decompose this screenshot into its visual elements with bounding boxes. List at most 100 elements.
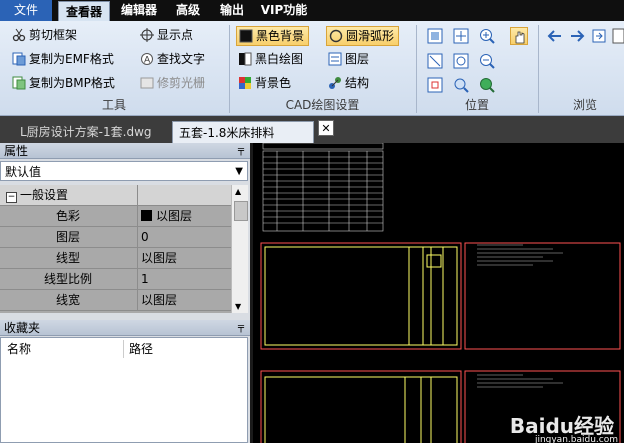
- cut-frame-label: 剪切框架: [29, 28, 78, 42]
- zoom-out-icon[interactable]: [478, 52, 496, 70]
- menu-viewer[interactable]: 查看器: [58, 1, 110, 21]
- zoom-window-icon[interactable]: [426, 76, 444, 94]
- menu-bar: 文件 查看器 编辑器 高级 输出 VIP功能: [0, 0, 624, 21]
- bw-draw-button[interactable]: 黑白绘图: [238, 49, 303, 69]
- close-tab-button[interactable]: ✕: [318, 120, 334, 136]
- black-background-label: 黑色背景: [256, 29, 305, 43]
- raster-icon: [140, 76, 154, 90]
- scissors-icon: [12, 28, 26, 42]
- cad-drawing: [260, 143, 621, 443]
- show-points-button[interactable]: 显示点: [140, 25, 193, 45]
- property-value[interactable]: 以图层: [137, 206, 231, 226]
- rotate-icon[interactable]: [452, 52, 470, 70]
- drawing-canvas[interactable]: Baidu经验 jingyan.baidu.com: [253, 143, 624, 443]
- property-row[interactable]: 图层 0: [0, 227, 231, 248]
- show-points-label: 显示点: [157, 28, 194, 42]
- property-name: 图层: [55, 230, 80, 244]
- find-text-label: 查找文字: [157, 52, 206, 66]
- menu-editor[interactable]: 编辑器: [114, 0, 164, 21]
- cut-frame-button[interactable]: 剪切框架: [12, 25, 77, 45]
- copy-bmp-button[interactable]: 复制为BMP格式: [12, 73, 115, 93]
- pan-icon[interactable]: [452, 27, 470, 45]
- copy-emf-label: 复制为EMF格式: [29, 52, 114, 66]
- open-page-icon[interactable]: [590, 27, 608, 45]
- property-name: 线型比例: [43, 272, 92, 286]
- zoom-in-icon[interactable]: [478, 27, 496, 45]
- favorites-column-name[interactable]: 名称: [7, 340, 31, 358]
- watermark-url: jingyan.baidu.com: [534, 435, 618, 443]
- zoom-previous-icon[interactable]: [452, 76, 470, 94]
- pin-icon[interactable]: ╤: [238, 320, 244, 336]
- annotation-lines: [477, 244, 563, 388]
- background-color-button[interactable]: 背景色: [238, 73, 291, 93]
- position-group-label: 位置: [464, 98, 489, 112]
- trim-raster-button[interactable]: 修剪光栅: [140, 73, 205, 93]
- trim-raster-label: 修剪光栅: [157, 76, 206, 90]
- menu-file[interactable]: 文件: [0, 0, 52, 21]
- layers-icon: [328, 52, 342, 66]
- layers-button[interactable]: 图层: [328, 49, 369, 69]
- property-value[interactable]: 以图层: [137, 290, 231, 310]
- property-row[interactable]: 线宽 以图层: [0, 290, 231, 311]
- tab-kitchen-design[interactable]: L厨房设计方案-1套.dwg: [14, 121, 174, 143]
- parts-table: [262, 143, 384, 232]
- svg-text:A: A: [144, 56, 151, 66]
- structure-button[interactable]: 结构: [328, 73, 369, 93]
- find-text-button[interactable]: A 查找文字: [140, 49, 205, 69]
- favorites-table: 名称 路径: [0, 337, 248, 443]
- layers-label: 图层: [345, 52, 370, 66]
- smooth-arc-button[interactable]: 圆滑弧形: [326, 26, 400, 46]
- property-row[interactable]: 线型 以图层: [0, 248, 231, 269]
- bw-icon: [238, 52, 252, 66]
- scroll-down-icon[interactable]: ▼: [235, 302, 241, 311]
- property-value[interactable]: 1: [137, 269, 231, 289]
- tab-bed-layout[interactable]: 五套-1.8米床排料图.dwg: [172, 121, 314, 162]
- find-text-icon: A: [140, 52, 154, 66]
- properties-selector-value: 默认值: [5, 165, 42, 179]
- cad-settings-group-label: CAD绘图设置: [285, 98, 360, 112]
- collapse-icon[interactable]: −: [6, 192, 17, 203]
- black-background-icon: [239, 29, 253, 43]
- structure-label: 结构: [345, 76, 370, 90]
- pin-icon[interactable]: ╤: [238, 143, 244, 159]
- menu-output[interactable]: 输出: [212, 0, 252, 21]
- properties-title-bar: 属性 ╤: [0, 143, 250, 159]
- property-value[interactable]: 以图层: [137, 248, 231, 268]
- property-value-text: 以图层: [156, 209, 193, 223]
- fit-window-icon[interactable]: [426, 27, 444, 45]
- chevron-down-icon: ▼: [235, 166, 243, 177]
- color-swatch: [141, 210, 152, 221]
- properties-selector[interactable]: 默认值 ▼: [0, 161, 248, 181]
- menu-advanced[interactable]: 高级: [168, 0, 208, 21]
- document-icon[interactable]: [610, 27, 624, 45]
- property-group-value: [137, 185, 231, 205]
- arrow-left-icon[interactable]: [546, 27, 564, 45]
- copy-emf-button[interactable]: 复制为EMF格式: [12, 49, 114, 69]
- sheet-panel-1: [260, 242, 462, 350]
- structure-icon: [328, 76, 342, 90]
- scroll-thumb[interactable]: [234, 201, 248, 221]
- copy-bmp-label: 复制为BMP格式: [29, 76, 115, 90]
- zoom-extents-icon[interactable]: [426, 52, 444, 70]
- hand-pan-icon[interactable]: [510, 27, 528, 45]
- property-grid: − 一般设置 色彩 以图层 图层 0 线型 以图层 线型比例 1 线宽 以图层: [0, 185, 231, 313]
- property-name: 线型: [55, 251, 80, 265]
- tools-group-label: 工具: [101, 98, 126, 112]
- property-scrollbar[interactable]: ▲ ▼: [231, 185, 248, 313]
- property-row[interactable]: 线型比例 1: [0, 269, 231, 290]
- property-value[interactable]: 0: [137, 227, 231, 247]
- menu-vip[interactable]: VIP功能: [256, 0, 312, 21]
- zoom-realtime-icon[interactable]: [478, 76, 496, 94]
- document-tab-bar: L厨房设计方案-1套.dwg 五套-1.8米床排料图.dwg ✕: [0, 116, 624, 162]
- scroll-up-icon[interactable]: ▲: [235, 187, 241, 196]
- sheet-panel-3: [260, 370, 462, 443]
- column-divider: [123, 340, 124, 358]
- arrow-right-icon[interactable]: [568, 27, 586, 45]
- black-background-button[interactable]: 黑色背景: [236, 26, 310, 46]
- property-group-general[interactable]: − 一般设置: [0, 185, 231, 206]
- group-separator: [538, 25, 539, 113]
- property-group-label: − 一般设置: [0, 185, 136, 205]
- property-group-name: 一般设置: [20, 188, 69, 202]
- favorites-column-path[interactable]: 路径: [129, 340, 153, 358]
- property-row[interactable]: 色彩 以图层: [0, 206, 231, 227]
